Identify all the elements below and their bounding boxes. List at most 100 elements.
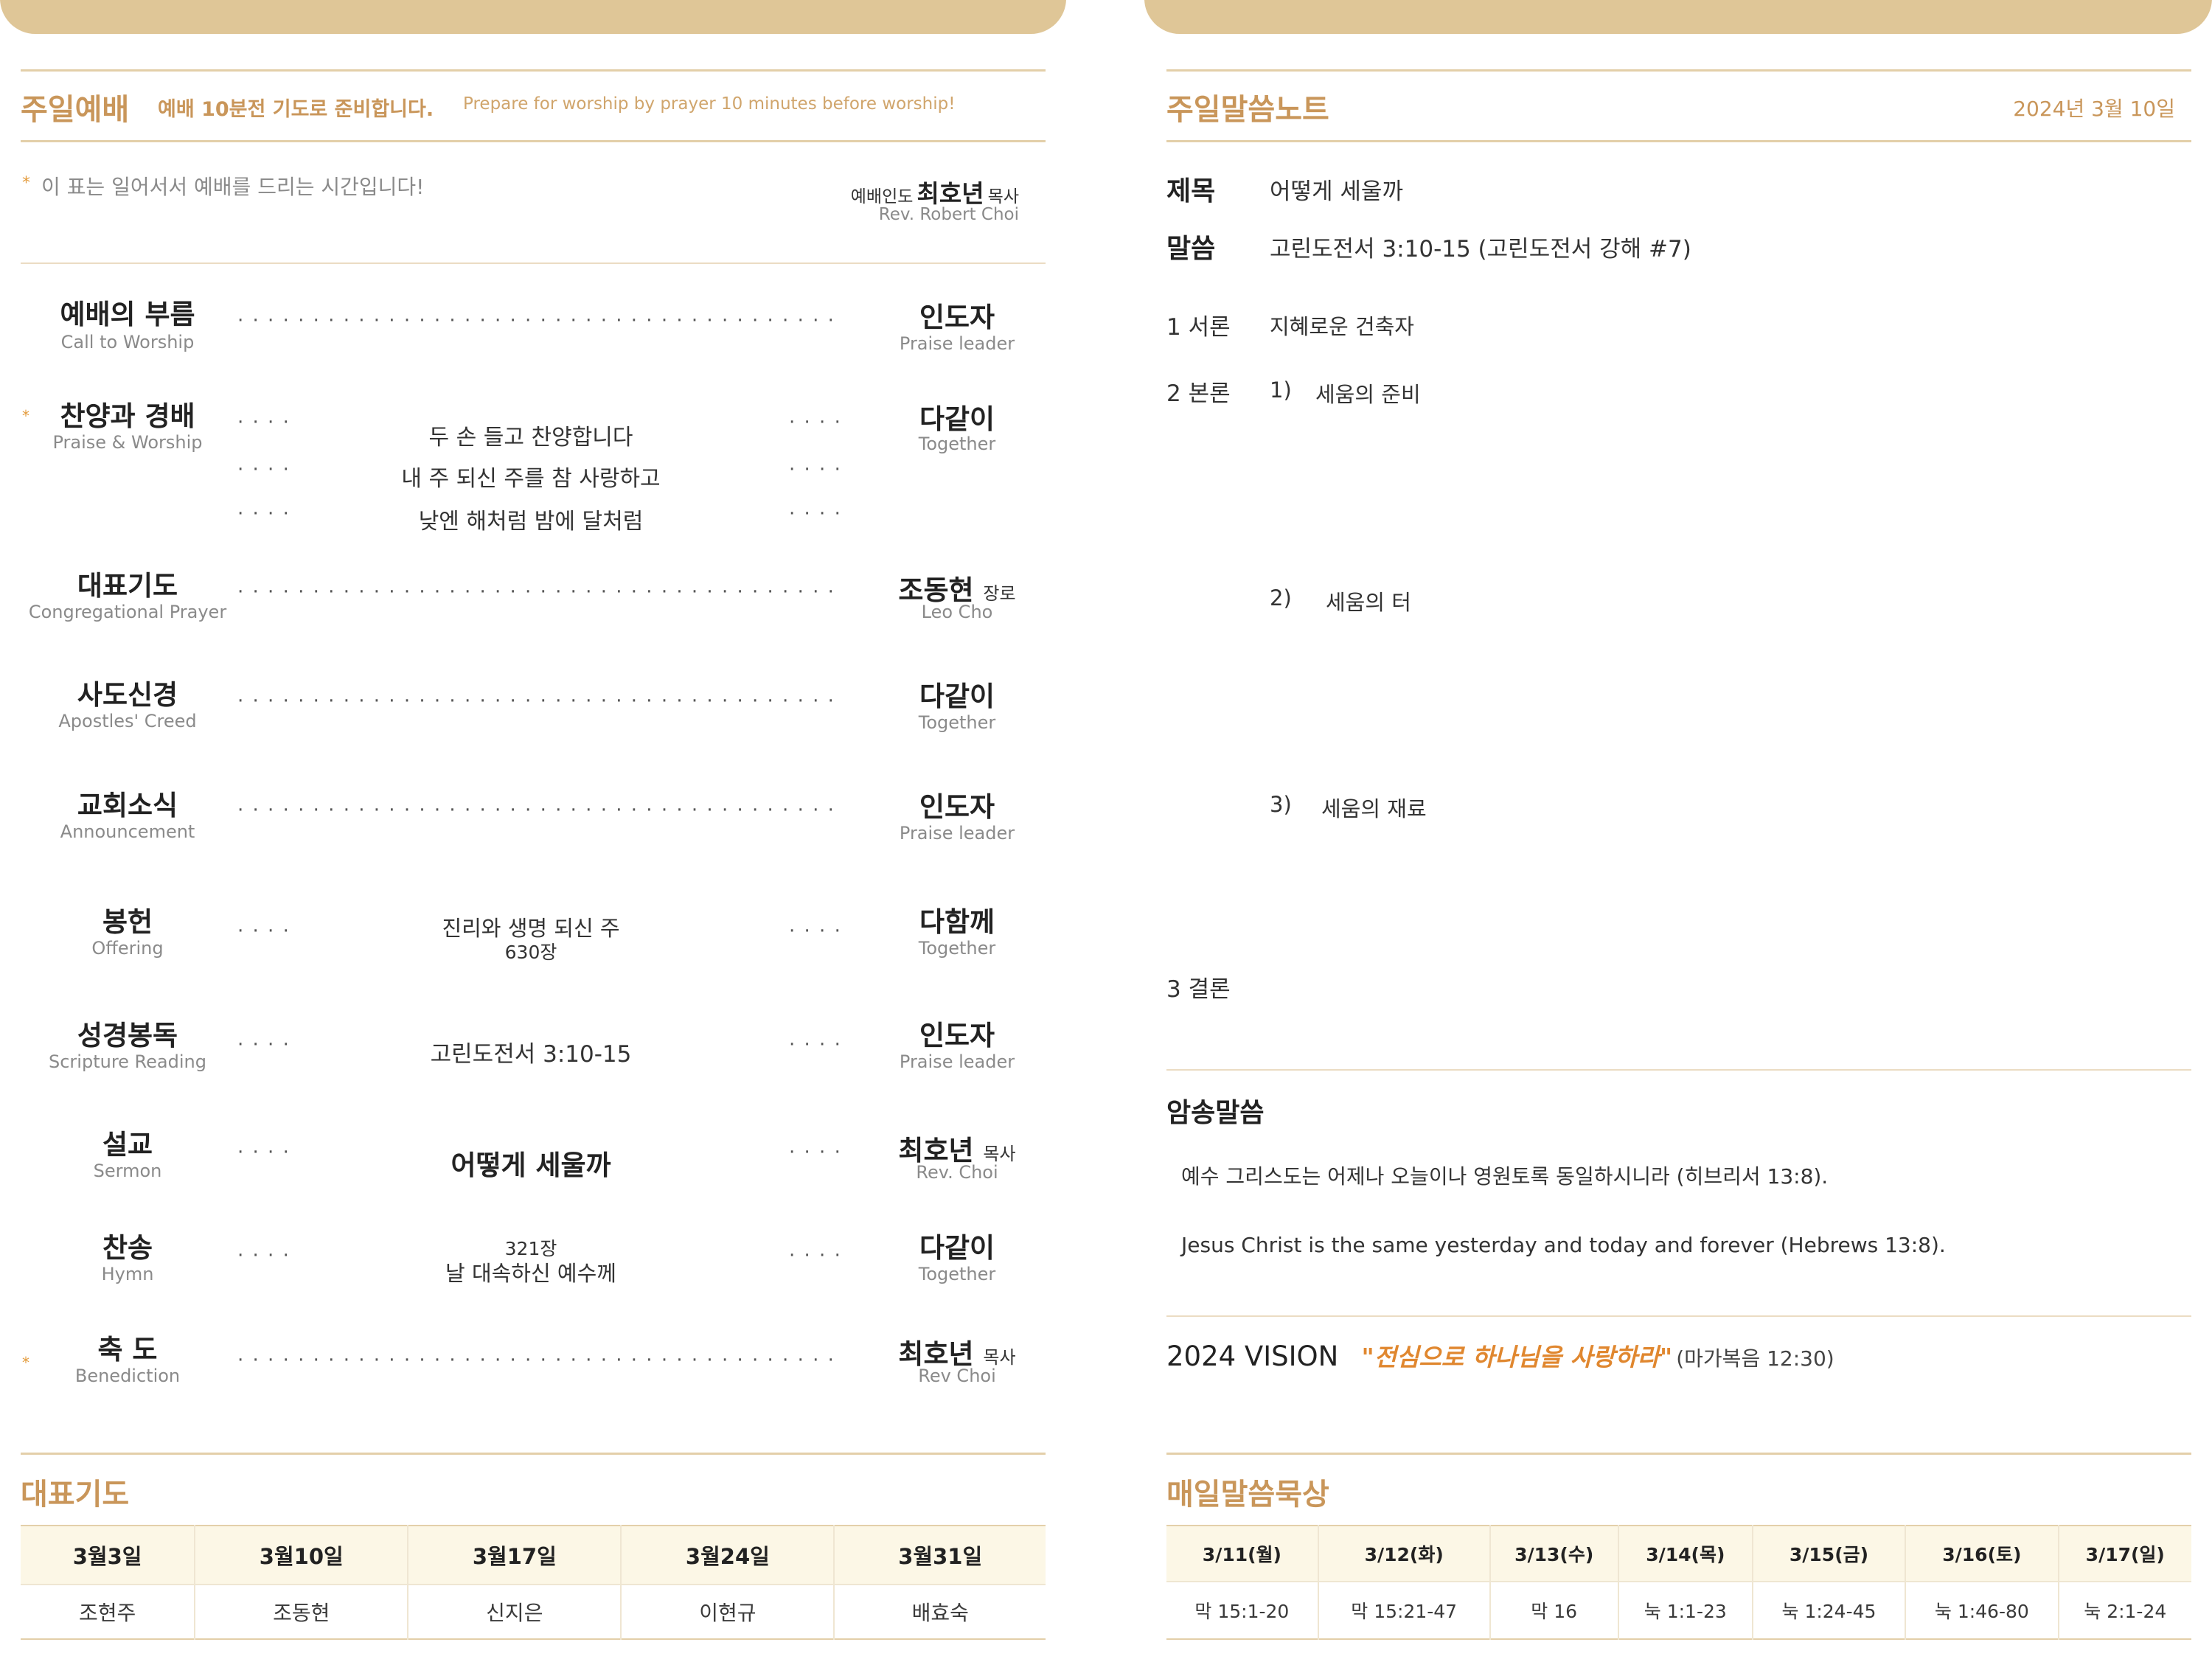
- service-leader-eng: Praise leader: [899, 823, 1015, 844]
- table-row: 막 15:1-20 막 15:21-47 막 16 눅 1:1-23 눅 1:2…: [1166, 1582, 2191, 1639]
- leader-dots: · · · · · · · · · · · · · · · · · · · · …: [237, 310, 842, 332]
- service-leader-name: 인도자: [919, 302, 995, 333]
- leader-dots: · · · ·: [237, 920, 291, 942]
- divider: [21, 1453, 1046, 1455]
- point-text: 세움의 터: [1326, 590, 1411, 615]
- leader-dots: · · · ·: [237, 411, 291, 434]
- top-tab-left: [0, 0, 1066, 34]
- worship-title: 주일예배: [21, 93, 130, 127]
- service-leader-title: 목사: [983, 1347, 1016, 1368]
- leader-dots: · · · · · · · · · · · · · · · · · · · · …: [237, 690, 842, 712]
- service-item-kor: 성경봉독: [77, 1020, 178, 1051]
- prayer-table: 3월3일 3월10일 3월17일 3월24일 3월31일 조현주 조동현 신지은…: [21, 1525, 1046, 1640]
- service-item-eng: Congregational Prayer: [28, 602, 227, 622]
- prayer-name: 배효숙: [833, 1585, 1046, 1639]
- service-item-eng: Apostles' Creed: [58, 711, 197, 731]
- scripture-reading: 고린도전서 3:10-15: [430, 1041, 632, 1068]
- service-leader-name: 다함께: [919, 906, 995, 938]
- prayer-name: 조동현: [194, 1585, 408, 1639]
- divider: [1166, 1315, 2191, 1317]
- leader-dots: · · · ·: [789, 1141, 842, 1164]
- service-leader: 인도자: [876, 785, 1038, 824]
- service-item-kor: 교회소식: [77, 790, 178, 821]
- divider: [1166, 69, 2191, 72]
- service-item-eng: Benediction: [74, 1366, 181, 1386]
- song-line: 낮엔 해처럼 밤에 달처럼: [418, 509, 644, 535]
- reading-passage: 눅 2:1-24: [2057, 1582, 2191, 1639]
- divider: [21, 140, 1046, 142]
- divider: [1166, 1069, 2191, 1071]
- service-item-kor: 축 도: [97, 1334, 158, 1366]
- prayer-date: 3월3일: [21, 1526, 195, 1585]
- service-item-kor: 대표기도: [77, 570, 178, 602]
- memory-verse-eng: Jesus Christ is the same yesterday and t…: [1181, 1233, 1946, 1257]
- leader-dots: · · · · · · · · · · · · · · · · · · · · …: [237, 799, 842, 821]
- divider: [1166, 140, 2191, 142]
- service-leader-eng: Together: [918, 712, 996, 733]
- leader-name: 최호년: [917, 179, 984, 208]
- service-leader-name: 다같이: [919, 1232, 995, 1264]
- leader-dots: · · · ·: [789, 1245, 842, 1267]
- point-text: 세움의 재료: [1321, 796, 1427, 821]
- vision-reference: (마가복음 12:30): [1676, 1346, 1834, 1371]
- leader-dots: · · · ·: [237, 1245, 291, 1267]
- service-leader: 다같이: [876, 397, 1038, 437]
- service-item-kor: 찬송: [102, 1232, 153, 1264]
- reading-day: 3/13(수): [1489, 1526, 1618, 1582]
- scripture: 고린도전서 3:10-15 (고린도전서 강해 #7): [1270, 236, 1691, 262]
- prayer-date: 3월10일: [194, 1526, 408, 1585]
- prayer-name: 조현주: [78, 1601, 136, 1625]
- intro-text: 지혜로운 건축자: [1270, 314, 1414, 339]
- service-leader-eng: Together: [918, 434, 996, 454]
- table-row: 조현주 조동현 신지은 이현규 배효숙: [21, 1585, 1046, 1639]
- vision-quote: "전심으로 하나님을 사랑하라": [1361, 1343, 1673, 1371]
- service-leader-title: 목사: [983, 1144, 1016, 1164]
- reading-day: 3/11(월): [1166, 1526, 1318, 1582]
- service-item-kor: 봉헌: [102, 906, 153, 938]
- hymn-number: 630장: [504, 942, 557, 963]
- service-item-kor: 찬양과 경배: [60, 400, 195, 432]
- song-line: 두 손 들고 찬양합니다: [428, 425, 633, 451]
- service-item-eng: Offering: [91, 938, 164, 959]
- service-leader-eng: Rev. Choi: [916, 1162, 998, 1183]
- prayer-table-header: 3월3일 3월10일 3월17일 3월24일 3월31일: [21, 1526, 1046, 1585]
- service-item-eng: Announcement: [60, 821, 195, 842]
- reading-passage: 막 15:21-47: [1317, 1582, 1490, 1639]
- worship-subtitle-eng: Prepare for worship by prayer 10 minutes…: [463, 94, 956, 114]
- service-leader-name: 인도자: [919, 791, 995, 823]
- reading-passage: 눅 1:24-45: [1751, 1582, 1906, 1639]
- song-line: 내 주 되신 주를 참 사랑하고: [401, 466, 661, 492]
- service-leader-eng: Praise leader: [899, 1051, 1015, 1072]
- leader-dots: · · · · · · · · · · · · · · · · · · · · …: [237, 1349, 842, 1371]
- service-leader-eng: Rev Choi: [918, 1366, 996, 1386]
- reading-passage: 막 16: [1489, 1582, 1618, 1639]
- daily-table-header: 3/11(월) 3/12(화) 3/13(수) 3/14(목) 3/15(금) …: [1166, 1526, 2191, 1582]
- memory-verse-kor: 예수 그리스도는 어제나 오늘이나 영원토록 동일하시니라 (히브리서 13:8…: [1181, 1164, 1829, 1189]
- reading-passage: 눅 1:46-80: [1905, 1582, 2059, 1639]
- leader-dots: · · · ·: [237, 503, 291, 525]
- service-item-eng: Scripture Reading: [49, 1051, 206, 1072]
- sermon-title: 어떻게 세울까: [451, 1150, 611, 1181]
- leader-dots: · · · ·: [789, 920, 842, 942]
- service-leader: 인도자: [876, 295, 1038, 335]
- divider: [21, 69, 1046, 72]
- service-leader: 인도자: [876, 1013, 1038, 1053]
- service-leader-eng: Praise leader: [899, 333, 1015, 354]
- leader-dots: · · · ·: [789, 1034, 842, 1056]
- point-number: 3): [1270, 792, 1292, 817]
- prayer-date: 3월31일: [833, 1526, 1046, 1585]
- top-tab-right: [1144, 0, 2212, 34]
- prayer-date: 3월24일: [620, 1526, 835, 1585]
- point-text: 세움의 준비: [1315, 382, 1421, 407]
- leader-dots: · · · ·: [237, 1034, 291, 1056]
- service-item-eng: Hymn: [101, 1264, 154, 1284]
- leader-dots: · · · ·: [237, 1141, 291, 1164]
- daily-reading-table: 3/11(월) 3/12(화) 3/13(수) 3/14(목) 3/15(금) …: [1166, 1525, 2191, 1640]
- daily-title: 매일말씀묵상: [1166, 1478, 1329, 1512]
- vision: 2024 VISION "전심으로 하나님을 사랑하라" (마가복음 12:30…: [1166, 1338, 1834, 1373]
- topic: 어떻게 세울까: [1270, 178, 1403, 205]
- service-item-eng: Praise & Worship: [52, 432, 203, 453]
- point-number: 2): [1270, 585, 1292, 611]
- service-leader-name: 인도자: [919, 1020, 995, 1051]
- leader-dots: · · · ·: [789, 459, 842, 481]
